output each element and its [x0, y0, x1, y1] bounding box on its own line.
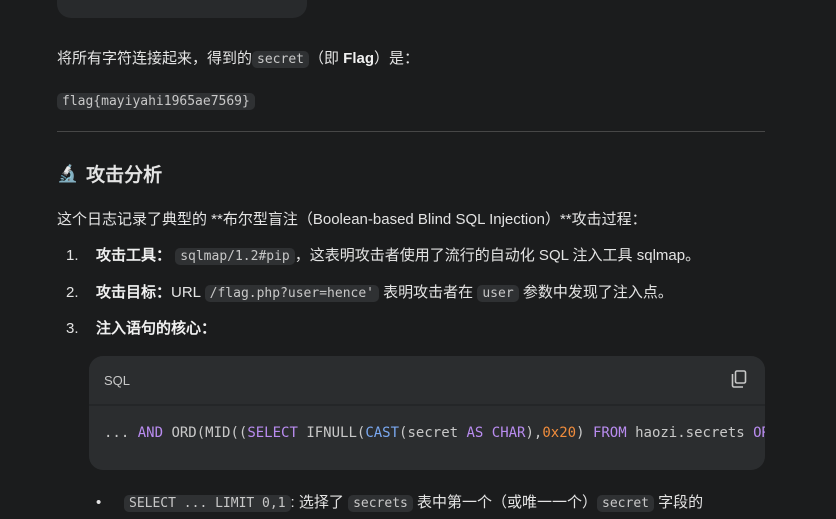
- code-number: 0x20: [542, 425, 577, 441]
- bullet-text: 字段的: [654, 494, 704, 511]
- list-number: 1.: [66, 247, 79, 264]
- code-token: ORD(MID((: [163, 425, 248, 441]
- bullet-item: • SELECT ... LIMIT 0,1: 选择了 secrets 表中第一个…: [96, 491, 703, 512]
- divider: [57, 131, 765, 132]
- code-token: IFNULL(: [297, 425, 366, 441]
- list-number: 2.: [66, 284, 79, 301]
- intro-bold: Flag: [343, 50, 374, 67]
- code-language: SQL: [104, 372, 131, 388]
- inline-code: secret: [252, 51, 309, 68]
- list-label: 攻击目标：: [96, 284, 172, 301]
- list-text: 表明攻击者在: [379, 284, 478, 301]
- list-item: 3. 注入语句的核心：: [60, 317, 216, 338]
- bullet-dot: •: [96, 494, 102, 511]
- code-keyword: AS CHAR: [466, 425, 526, 441]
- list-label: 注入语句的核心：: [96, 320, 217, 337]
- inline-code: /flag.php?user=hence': [204, 285, 380, 302]
- intro-pre: 将所有字符连接起来，得到的: [57, 50, 253, 67]
- code-token: ): [576, 425, 593, 441]
- code-function: CAST: [365, 425, 400, 441]
- intro-text: 将所有字符连接起来，得到的 secret （即 Flag）是：: [57, 47, 419, 68]
- bullet-text: 表中第一个（或唯一一个）: [412, 494, 598, 511]
- code-token: haozi.secrets: [626, 425, 754, 441]
- list-number: 3.: [66, 320, 79, 337]
- code-keyword: SELECT: [247, 425, 298, 441]
- code-token: (secret: [399, 425, 467, 441]
- intro-mid: （即: [308, 50, 344, 67]
- code-keyword: ORDER: [753, 425, 765, 441]
- flag-code: flag{mayiyahi1965ae7569}: [57, 93, 255, 110]
- list-text: 参数中发现了注入点。: [518, 284, 673, 301]
- microscope-icon: 🔬: [57, 163, 79, 183]
- list-item: 2. 攻击目标：URL /flag.php?user=hence' 表明攻击者在 …: [60, 281, 673, 302]
- code-keyword: FROM: [592, 425, 627, 441]
- inline-code: secrets: [348, 495, 413, 512]
- list-text: ，这表明攻击者使用了流行的自动化 SQL 注入工具 sqlmap。: [294, 247, 701, 264]
- list-text: URL: [171, 284, 205, 301]
- inline-code: user: [477, 285, 519, 302]
- section-heading: 🔬 攻击分析: [57, 160, 162, 187]
- inline-code: SELECT ... LIMIT 0,1: [124, 495, 291, 512]
- list-item: 1. 攻击工具： sqlmap/1.2#pip ，这表明攻击者使用了流行的自动化 S…: [60, 244, 700, 265]
- code-block: SQL ... AND ORD(MID((SELECT IFNULL(CAST(…: [89, 356, 765, 470]
- section-title: 攻击分析: [86, 165, 163, 186]
- intro-post: ）是：: [374, 50, 420, 67]
- code-header: SQL: [89, 356, 765, 404]
- description: 这个日志记录了典型的 **布尔型盲注（Boolean-based Blind S…: [57, 211, 647, 228]
- list-label: 攻击工具：: [96, 247, 172, 264]
- inline-code: secret: [597, 495, 654, 512]
- bullet-text: : 选择了: [290, 494, 349, 511]
- copy-icon[interactable]: [731, 369, 747, 391]
- previous-code-block: [57, 0, 307, 18]
- code-content: ... AND ORD(MID((SELECT IFNULL(CAST(secr…: [89, 406, 765, 470]
- code-keyword: AND: [137, 425, 164, 441]
- code-token: ...: [104, 425, 138, 441]
- inline-code: sqlmap/1.2#pip: [175, 248, 295, 265]
- code-token: ),: [525, 425, 543, 441]
